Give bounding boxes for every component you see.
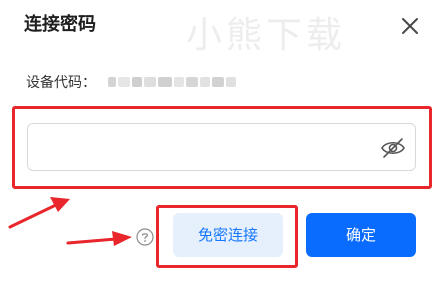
confirm-button[interactable]: 确定: [306, 213, 416, 257]
eye-off-icon: [381, 138, 405, 158]
password-visibility-toggle[interactable]: [380, 136, 406, 160]
connect-password-dialog: 小熊下载 连接密码 设备代码： 免密连接 确定: [0, 0, 438, 283]
no-password-connect-button[interactable]: 免密连接: [173, 213, 283, 257]
password-input[interactable]: [38, 132, 382, 164]
close-button[interactable]: [398, 14, 422, 38]
password-field: [27, 123, 416, 171]
help-circle-icon: [136, 228, 154, 246]
device-code-row: 设备代码：: [26, 70, 236, 94]
dialog-title: 连接密码: [24, 14, 96, 35]
device-code-value: [108, 77, 236, 87]
watermark: 小熊下载: [186, 15, 347, 56]
close-icon: [402, 18, 418, 34]
arrow-to-help: [66, 231, 132, 246]
device-code-label: 设备代码：: [26, 75, 96, 91]
arrow-to-password: [8, 197, 70, 229]
help-button[interactable]: [136, 228, 154, 246]
